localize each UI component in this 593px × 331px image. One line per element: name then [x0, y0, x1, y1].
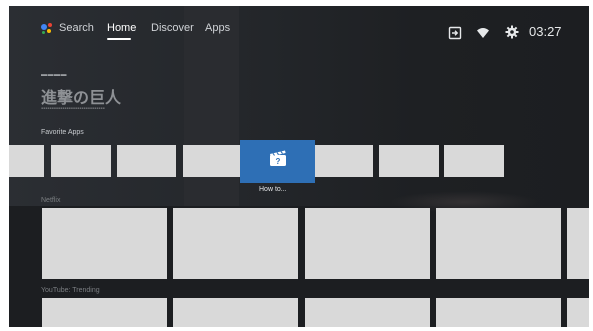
tv-home-screen: Search Home Discover Apps 03:27 ▬▬▬▬ 進撃の… — [9, 6, 589, 327]
video-tile[interactable] — [42, 208, 167, 279]
video-tile[interactable] — [305, 298, 430, 327]
input-source-icon[interactable] — [448, 26, 462, 40]
video-tile[interactable] — [42, 298, 167, 327]
youtube-row-title: YouTube: Trending — [41, 287, 100, 294]
app-tile[interactable] — [117, 145, 176, 177]
hero-description: ▪▪▪▪▪▪▪▪▪▪▪▪▪▪▪▪▪▪▪▪▪▪▪▪▪▪▪▪▪▪ — [41, 106, 105, 112]
clapperboard-help-icon: ? — [269, 149, 287, 167]
video-tile[interactable] — [305, 208, 430, 279]
app-tile[interactable] — [444, 145, 504, 177]
video-tile[interactable] — [173, 298, 298, 327]
app-tile[interactable] — [183, 145, 243, 177]
netflix-row-title: Netflix — [41, 197, 61, 204]
clock: 03:27 — [529, 24, 562, 39]
video-tile[interactable] — [567, 298, 589, 327]
hero-badge: ▬▬▬▬ — [41, 72, 67, 78]
search-button[interactable]: Search — [59, 22, 94, 34]
app-tile[interactable] — [315, 145, 373, 177]
hero-title: 進撃の巨人 — [41, 90, 122, 107]
video-tile[interactable] — [173, 208, 298, 279]
favorite-apps-title: Favorite Apps — [41, 129, 84, 136]
video-tile[interactable] — [436, 208, 561, 279]
active-tab-indicator — [107, 38, 131, 40]
app-tile-focused[interactable]: ? — [240, 140, 315, 183]
app-tile[interactable] — [9, 145, 44, 177]
video-tile[interactable] — [436, 298, 561, 327]
google-assistant-icon — [41, 23, 55, 35]
focused-app-label: How to... — [259, 186, 287, 193]
wifi-icon[interactable] — [476, 26, 490, 40]
tab-discover[interactable]: Discover — [151, 22, 194, 34]
app-tile[interactable] — [51, 145, 111, 177]
tab-apps[interactable]: Apps — [205, 22, 230, 34]
video-tile[interactable] — [567, 208, 589, 279]
svg-text:?: ? — [276, 157, 281, 166]
tab-home[interactable]: Home — [107, 22, 136, 34]
app-tile[interactable] — [379, 145, 439, 177]
settings-gear-icon[interactable] — [505, 25, 519, 39]
